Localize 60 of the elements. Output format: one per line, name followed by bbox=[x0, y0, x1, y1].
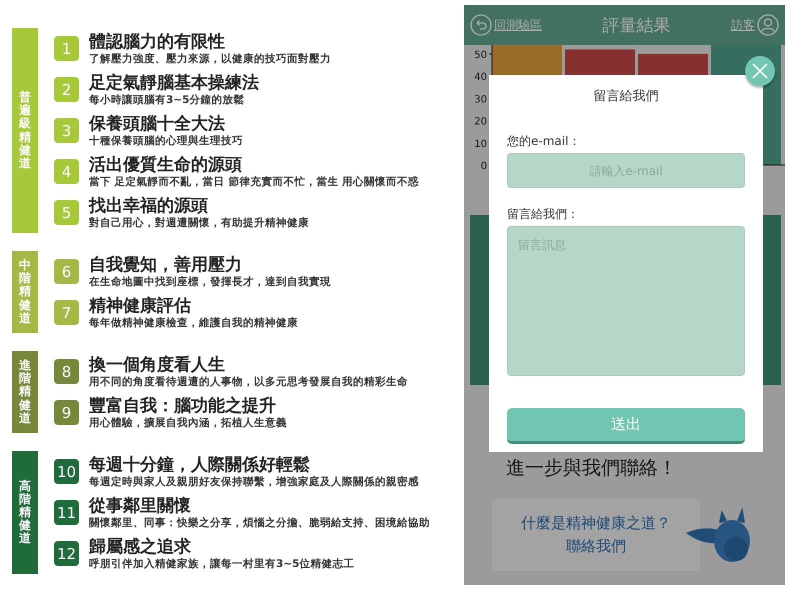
level-label: 進階精健道 bbox=[19, 359, 31, 425]
step-description: 當下 足定氣靜而不亂，當日 節律充實而不忙，當生 用心關懷而不惑 bbox=[89, 174, 419, 188]
step-number: 12 bbox=[54, 541, 79, 566]
contact-message: 進一步與我們聯絡！ bbox=[506, 456, 678, 481]
step-title: 精神健康評估 bbox=[89, 296, 192, 316]
step-number: 1 bbox=[54, 36, 79, 61]
step-number: 5 bbox=[54, 200, 79, 225]
step-title: 足定氣靜腦基本操練法 bbox=[89, 72, 259, 92]
contact-text: 什麼是精神健康之道？ bbox=[521, 514, 671, 533]
submit-button[interactable]: 送出 bbox=[507, 408, 745, 444]
step-title: 自我覺知，善用壓力 bbox=[89, 254, 243, 274]
step-title: 豐富自我：腦功能之提升 bbox=[89, 396, 277, 416]
user-icon bbox=[757, 14, 779, 36]
step-description: 用不同的角度看待週遭的人事物，以多元思考發展自我的精彩生命 bbox=[89, 374, 408, 388]
step-description: 在生命地圖中找到座標，發揮長才，達到自我實現 bbox=[89, 274, 331, 288]
tick-label: 0 bbox=[480, 161, 487, 172]
tick-label: 50 bbox=[474, 50, 487, 61]
tick-label: 10 bbox=[474, 138, 487, 150]
tick-label: 40 bbox=[474, 72, 487, 84]
step-number: 3 bbox=[54, 118, 79, 143]
step-title: 保養頭腦十全大法 bbox=[89, 114, 226, 134]
level-label: 高階精健道 bbox=[19, 480, 31, 546]
level-label: 普遍級精健道 bbox=[19, 90, 31, 170]
step-number: 2 bbox=[54, 77, 79, 102]
contact-text: 聯絡我們 bbox=[566, 537, 626, 556]
step-description: 每小時讓頭腦有3~5分鐘的放鬆 bbox=[89, 92, 246, 106]
step-description: 每年做精神健康檢查，維護自我的精神健康 bbox=[89, 316, 298, 330]
step-number: 10 bbox=[54, 459, 79, 484]
step-title: 活出優質生命的源頭 bbox=[89, 154, 243, 174]
step-description: 十種保養頭腦的心理與生理技巧 bbox=[89, 134, 243, 148]
step-title: 體認腦力的有限性 bbox=[89, 32, 226, 52]
step-description: 對自己用心，對週遭關懷，有助提升精神健康 bbox=[89, 216, 309, 230]
step-description: 每週定時與家人及親朋好友保持聯繫，增強家庭及人際關係的親密感 bbox=[89, 474, 419, 488]
step-title: 每週十分鐘，人際關係好輕鬆 bbox=[89, 454, 311, 474]
back-icon bbox=[470, 14, 492, 36]
field-label: 您的e-mail： bbox=[507, 133, 582, 150]
step-title: 找出幸福的源頭 bbox=[89, 196, 209, 216]
user-link[interactable]: 訪客 bbox=[731, 14, 779, 36]
back-link[interactable]: 回測驗區 bbox=[470, 14, 542, 36]
step-description: 呼朋引伴加入精健家族，讓每一村里有3~5位精健志工 bbox=[89, 556, 354, 570]
step-number: 4 bbox=[54, 159, 79, 184]
page-title: 評量結果 bbox=[602, 14, 670, 36]
step-number: 6 bbox=[54, 259, 79, 284]
field-label: 留言給我們： bbox=[507, 206, 580, 223]
step-number: 11 bbox=[54, 500, 79, 525]
step-number: 8 bbox=[54, 359, 79, 384]
close-icon bbox=[751, 62, 769, 80]
step-description: 用心體驗，擴展自我內涵，拓植人生意義 bbox=[89, 416, 287, 430]
step-number: 7 bbox=[54, 300, 79, 325]
contact-card[interactable]: 什麼是精神健康之道？ 聯絡我們 bbox=[492, 499, 700, 571]
tick-label: 30 bbox=[474, 94, 487, 106]
step-title: 歸屬感之追求 bbox=[89, 536, 192, 556]
step-description: 關懷鄰里、同事：快樂之分享，煩惱之分擔、脆弱給支持、困境給協助 bbox=[89, 516, 430, 530]
step-description: 了解壓力強度、壓力來源，以健康的技巧面對壓力 bbox=[89, 52, 331, 66]
step-number: 9 bbox=[54, 400, 79, 425]
level-label: 中階精健道 bbox=[19, 259, 31, 325]
step-title: 從事鄰里關懷 bbox=[89, 496, 192, 516]
step-title: 換一個角度看人生 bbox=[89, 354, 226, 374]
tick-label: 20 bbox=[474, 116, 487, 128]
dialog-title: 留言給我們 bbox=[594, 88, 658, 105]
